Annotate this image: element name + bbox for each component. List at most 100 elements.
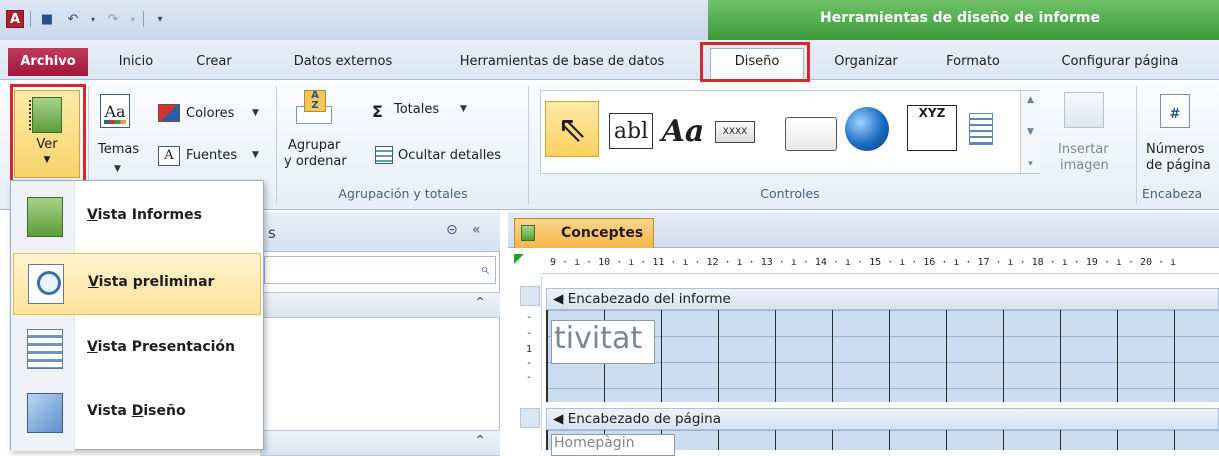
chevron-down-icon[interactable]: ▼ <box>252 108 259 118</box>
ruler-v-tick: - <box>526 312 533 323</box>
totales-label[interactable]: Totales <box>394 102 439 117</box>
menu-item-label: Vista preliminar <box>88 274 215 290</box>
nav-section-header[interactable]: ⌃ <box>260 292 500 318</box>
menu-item-vista-informes[interactable]: Vista Informes <box>13 187 261 249</box>
scroll-down-icon[interactable]: ▼ <box>1027 127 1034 137</box>
chevron-up-double-icon[interactable]: ⌃ <box>474 295 486 311</box>
image-icon[interactable] <box>1064 92 1104 128</box>
label-control-icon[interactable]: Aa <box>661 111 705 151</box>
gallery-scrollbar[interactable]: ▲ ▼ ▾ <box>1020 91 1040 173</box>
insertar-label[interactable]: Insertar <box>1058 142 1109 157</box>
fuentes-label[interactable]: Fuentes <box>186 148 237 163</box>
section-selector[interactable] <box>520 408 540 428</box>
agrupar-label-2[interactable]: y ordenar <box>284 154 347 169</box>
group-label-agrupacion: Agrupación y totales <box>338 186 468 201</box>
save-icon[interactable]: ■ <box>37 10 57 28</box>
list-control-icon[interactable] <box>969 113 993 145</box>
chevron-up-double-icon[interactable]: ⌃ <box>474 433 486 449</box>
tab-inicio[interactable]: Inicio <box>108 49 164 75</box>
group-sort-icon[interactable]: AZ <box>296 90 336 126</box>
page-number-icon[interactable]: # <box>1160 94 1190 128</box>
temas-label[interactable]: Temas <box>98 142 139 157</box>
nav-pane-header[interactable]: s ⊝ « <box>260 212 500 252</box>
group-label-encabezado: Encabeza <box>1142 186 1203 201</box>
chevron-down-icon[interactable]: ▼ <box>460 104 467 114</box>
gallery-more-icon[interactable]: ▾ <box>1028 159 1033 169</box>
hide-details-icon[interactable] <box>375 146 393 164</box>
design-view-icon <box>27 393 63 433</box>
document-tab-label: Conceptes <box>561 225 644 241</box>
redo-icon[interactable]: ↷ <box>103 10 123 28</box>
colores-label[interactable]: Colores <box>186 106 234 121</box>
tab-formato[interactable]: Formato <box>930 49 1016 75</box>
collapse-pane-icon[interactable]: « <box>472 222 481 238</box>
chevron-down-icon[interactable]: ▼ <box>252 150 259 160</box>
fonts-icon[interactable]: A <box>158 146 180 166</box>
button-control-icon[interactable]: XXXX <box>715 121 755 143</box>
menu-item-vista-diseno[interactable]: Vista Diseño <box>13 383 261 445</box>
label-tivitat[interactable]: tivitat <box>551 320 655 364</box>
ruler-v-tick: - <box>526 328 533 339</box>
access-app-icon[interactable]: A <box>6 10 24 28</box>
customize-qat-icon[interactable]: ▾ <box>150 10 170 28</box>
page-header-grid[interactable]: Homepàgin <box>546 430 1219 456</box>
nav-pane-title: s <box>268 224 276 242</box>
view-dropdown-menu: Vista Informes Vista preliminar Vista Pr… <box>10 180 264 451</box>
controls-gallery: ⇖ abl Aa XXXX XYZ ▲ ▼ ▾ <box>540 90 1040 174</box>
report-header-grid[interactable]: tivitat <box>546 310 1219 402</box>
document-tab-conceptes[interactable]: Conceptes <box>514 218 654 248</box>
group-separator <box>276 86 277 204</box>
report-view-icon <box>27 197 63 237</box>
sigma-icon[interactable]: Σ <box>372 102 383 121</box>
insertar-label-2[interactable]: imagen <box>1060 158 1109 173</box>
tab-organizar[interactable]: Organizar <box>818 49 914 75</box>
report-selector-icon[interactable] <box>514 254 524 264</box>
tab-configurar-pagina[interactable]: Configurar página <box>1040 49 1200 75</box>
themes-icon[interactable]: Aa <box>100 94 130 128</box>
tab-datos-externos[interactable]: Datos externos <box>278 49 408 75</box>
search-input[interactable]: ⌕ <box>264 256 496 284</box>
layout-view-icon <box>27 329 63 369</box>
tab-archivo[interactable]: Archivo <box>8 48 88 76</box>
search-icon[interactable]: ⌕ <box>480 259 489 279</box>
numeros-label[interactable]: Números <box>1146 142 1204 157</box>
tab-control-icon[interactable] <box>785 117 837 151</box>
section-page-header-label: Encabezado de página <box>567 411 721 427</box>
section-page-header[interactable]: ◀ Encabezado de página <box>546 408 1219 430</box>
numeros-label-2[interactable]: de página <box>1146 158 1211 173</box>
qat-separator <box>143 11 144 27</box>
undo-dropdown-icon[interactable]: ▾ <box>89 10 97 28</box>
option-group-icon[interactable]: XYZ <box>907 105 957 151</box>
menu-item-vista-presentacion[interactable]: Vista Presentación <box>13 319 261 381</box>
menu-item-label: Vista Diseño <box>87 403 186 419</box>
menu-item-label: Vista Informes <box>87 207 202 223</box>
menu-item-vista-preliminar[interactable]: Vista preliminar <box>13 253 261 315</box>
section-selector[interactable] <box>520 286 540 306</box>
section-marker-icon: ◀ <box>553 291 564 307</box>
redo-dropdown-icon[interactable]: ▾ <box>129 10 137 28</box>
ver-button[interactable]: Ver ▼ <box>14 90 80 178</box>
ver-label: Ver <box>36 137 58 152</box>
document-tab-bar: Conceptes <box>508 212 1219 248</box>
undo-icon[interactable]: ↶ <box>63 10 83 28</box>
hyperlink-globe-icon[interactable] <box>845 107 889 151</box>
print-preview-icon <box>28 264 64 304</box>
scroll-up-icon[interactable]: ▲ <box>1027 95 1034 105</box>
dropdown-circle-icon[interactable]: ⊝ <box>446 222 458 238</box>
nav-section-header[interactable]: ⌃ <box>260 430 500 456</box>
label-homepagina[interactable]: Homepàgin <box>551 434 675 456</box>
textbox-control-icon[interactable]: abl <box>609 113 653 149</box>
agrupar-label[interactable]: Agrupar <box>288 138 340 153</box>
ruler-v-tick: - <box>526 358 533 369</box>
horizontal-ruler[interactable]: 9 · ı · 10 · ı · 11 · ı · 12 · ı · 13 · … <box>542 252 1219 274</box>
select-arrow-icon[interactable]: ⇖ <box>545 101 599 157</box>
colors-icon[interactable] <box>158 104 180 122</box>
group-separator <box>1136 86 1137 204</box>
section-report-header[interactable]: ◀ Encabezado del informe <box>546 288 1219 310</box>
chevron-down-icon[interactable]: ▼ <box>114 164 121 174</box>
ocultar-label[interactable]: Ocultar detalles <box>398 148 501 163</box>
tab-diseno[interactable]: Diseño <box>710 48 804 81</box>
navigation-pane: s ⊝ « ⌕ ⌃ ⌃ <box>260 212 500 456</box>
tab-herramientas-bd[interactable]: Herramientas de base de datos <box>432 49 692 75</box>
tab-crear[interactable]: Crear <box>186 49 242 75</box>
